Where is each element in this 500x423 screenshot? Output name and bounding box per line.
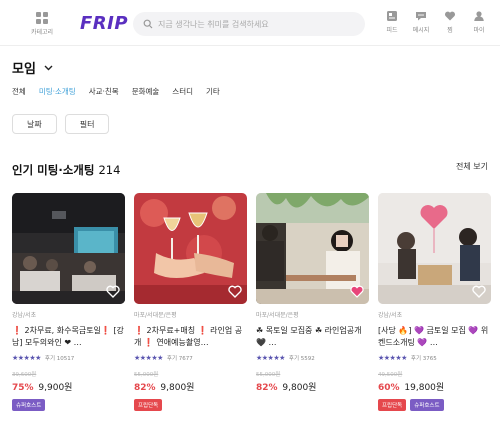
product-title: ☘ 목토일 모집중 ☘ 라인업공개 🖤 …: [256, 326, 362, 347]
discount-rate: 75%: [12, 383, 34, 393]
original-price: 55,000원: [256, 372, 281, 378]
frip-exclusive-badge: 프립단독: [378, 399, 407, 411]
rating-row: ★★★★★ 후기 5592: [256, 354, 369, 362]
tab-study[interactable]: 스터디: [172, 86, 193, 97]
discount-rate: 60%: [378, 383, 400, 393]
star-rating: ★★★★★: [134, 354, 163, 362]
heart-icon: [444, 11, 456, 21]
tab-meeting[interactable]: 미팅·소개팅: [39, 86, 76, 97]
location-label: 마포/서대문/은평: [134, 312, 177, 319]
feed-label: 피드: [386, 27, 398, 34]
feed-button[interactable]: 피드: [379, 10, 405, 34]
discount-rate: 82%: [256, 383, 278, 393]
badge-list: 슈퍼호스트: [12, 399, 125, 411]
search-input[interactable]: [158, 19, 358, 29]
message-button[interactable]: 메시지: [408, 10, 434, 34]
wishlist-label: 찜: [447, 27, 453, 34]
top-header: 카테고리 FRIP 피드 메시지 찜 마이: [0, 0, 500, 46]
wishlist-heart-icon[interactable]: [472, 285, 486, 298]
original-price: 39,600원: [12, 372, 37, 378]
product-title: [사당 🔥] 💜 금토일 모집 💜 위켄드소개팅 💜 …: [378, 326, 489, 347]
message-label: 메시지: [412, 27, 430, 34]
tab-etc[interactable]: 기타: [206, 86, 220, 97]
badge-list: 프립단독 슈퍼호스트: [378, 399, 491, 411]
frip-logo[interactable]: FRIP: [80, 13, 128, 34]
frip-exclusive-badge: 프립단독: [134, 399, 163, 411]
star-rating: ★★★★★: [12, 354, 41, 362]
sale-price: 19,800원: [404, 383, 445, 393]
my-label: 마이: [473, 27, 485, 34]
location-label: 강남/서초: [378, 312, 403, 319]
product-image: [134, 193, 247, 304]
review-count: 후기 7677: [166, 356, 193, 362]
wishlist-heart-icon[interactable]: [106, 285, 120, 298]
super-host-badge: 슈퍼호스트: [410, 399, 444, 411]
product-card[interactable]: 마포/서대문/은평 ❗ 2차무료+매칭 ❗ 라인업 공개 ❗ 연애예능촬영… ★…: [134, 193, 247, 411]
product-title: ❗ 2차무료+매칭 ❗ 라인업 공개 ❗ 연애예능촬영…: [134, 326, 243, 347]
review-count: 후기 3765: [410, 356, 437, 362]
sale-price: 9,900원: [38, 383, 73, 393]
price-row: 75% 9,900원: [12, 380, 125, 393]
see-all-link[interactable]: 전체 보기: [456, 161, 488, 172]
section-title-text: 인기 미팅·소개팅: [12, 163, 95, 177]
search-bar[interactable]: [133, 12, 365, 36]
category-label: 카테고리: [30, 29, 54, 36]
section-title: 인기 미팅·소개팅 214: [12, 162, 120, 178]
discount-rate: 82%: [134, 383, 156, 393]
my-button[interactable]: 마이: [466, 10, 492, 34]
chevron-down-icon: [44, 65, 53, 70]
star-rating: ★★★★★: [378, 354, 407, 362]
grid-icon: [36, 12, 48, 24]
section-count: 214: [98, 163, 121, 177]
product-image: [256, 193, 369, 304]
wishlist-heart-icon[interactable]: [228, 285, 242, 298]
price-row: 82% 9,800원: [256, 380, 369, 393]
rating-row: ★★★★★ 후기 7677: [134, 354, 247, 362]
review-count: 후기 10517: [44, 356, 75, 362]
location-label: 강남/서초: [12, 312, 37, 319]
review-count: 후기 5592: [288, 356, 315, 362]
search-icon: [143, 19, 153, 29]
price-row: 82% 9,800원: [134, 380, 247, 393]
product-image: [12, 193, 125, 304]
rating-row: ★★★★★ 후기 3765: [378, 354, 491, 362]
filter-bar: 날짜 필터: [12, 114, 117, 134]
sale-price: 9,800원: [282, 383, 317, 393]
page-title: 모임: [12, 62, 36, 77]
location-label: 마포/서대문/은평: [256, 312, 299, 319]
product-card[interactable]: 마포/서대문/은평 ☘ 목토일 모집중 ☘ 라인업공개 🖤 … ★★★★★ 후기…: [256, 193, 369, 411]
product-title: ❗ 2차무료, 화수목금토일❗ [강남] 모두의와인 ❤ …: [12, 326, 124, 347]
tab-culture[interactable]: 문화예술: [132, 86, 160, 97]
original-price: 49,500원: [378, 372, 403, 378]
price-row: 60% 19,800원: [378, 380, 491, 393]
filter-button[interactable]: 필터: [64, 114, 110, 134]
feed-icon: [387, 11, 397, 21]
product-image: [378, 193, 491, 304]
wishlist-button[interactable]: 찜: [437, 10, 463, 34]
message-icon: [416, 12, 426, 21]
rating-row: ★★★★★ 후기 10517: [12, 354, 125, 362]
user-icon: [474, 11, 484, 21]
category-title-dropdown[interactable]: 모임: [12, 58, 53, 77]
category-button[interactable]: 카테고리: [27, 12, 57, 36]
wishlist-heart-icon[interactable]: [350, 285, 364, 298]
star-rating: ★★★★★: [256, 354, 285, 362]
tab-all[interactable]: 전체: [12, 86, 26, 97]
original-price: 55,000원: [134, 372, 159, 378]
subcategory-tabs: 전체 미팅·소개팅 사교·친목 문화예술 스터디 기타: [12, 86, 233, 97]
badge-list: 프립단독: [134, 399, 247, 411]
product-card-list: 강남/서초 ❗ 2차무료, 화수목금토일❗ [강남] 모두의와인 ❤ … ★★★…: [12, 193, 491, 411]
date-filter-button[interactable]: 날짜: [12, 114, 57, 134]
sale-price: 9,800원: [160, 383, 195, 393]
product-card[interactable]: 강남/서초 [사당 🔥] 💜 금토일 모집 💜 위켄드소개팅 💜 … ★★★★★…: [378, 193, 491, 411]
tab-social[interactable]: 사교·친목: [89, 86, 119, 97]
super-host-badge: 슈퍼호스트: [12, 399, 46, 411]
product-card[interactable]: 강남/서초 ❗ 2차무료, 화수목금토일❗ [강남] 모두의와인 ❤ … ★★★…: [12, 193, 125, 411]
